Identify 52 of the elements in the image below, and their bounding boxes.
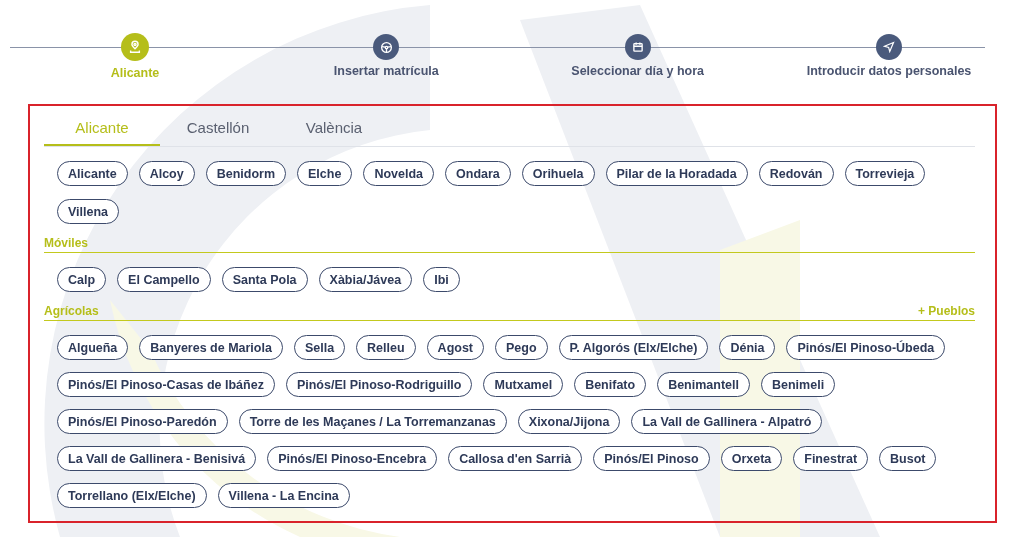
city-chip[interactable]: Ondara	[445, 161, 511, 186]
city-chip[interactable]: Pego	[495, 335, 548, 360]
city-chip[interactable]: Villena	[57, 199, 120, 224]
city-chip[interactable]: Torrevieja	[844, 161, 926, 186]
city-chip[interactable]: Relleu	[356, 335, 416, 360]
city-chip[interactable]: Ibi	[423, 267, 460, 292]
city-chip[interactable]: Benimantell	[657, 372, 750, 397]
city-chip[interactable]: Agost	[426, 335, 485, 360]
city-chip[interactable]: Pinós/El Pinoso-Encebra	[267, 446, 438, 471]
step-label: Insertar matrícula	[333, 64, 439, 78]
city-chip[interactable]: Busot	[879, 446, 937, 471]
city-chip[interactable]: Xàbia/Jávea	[318, 267, 413, 292]
city-chip[interactable]: Orihuela	[521, 161, 595, 186]
city-chip[interactable]: Benimeli	[761, 372, 836, 397]
section-title: Agrícolas	[44, 304, 99, 318]
city-chip[interactable]: Pinós/El Pinoso-Rodriguillo	[285, 372, 473, 397]
city-chip[interactable]: Benidorm	[205, 161, 287, 186]
step-label: Seleccionar día y hora	[571, 64, 704, 78]
step-icon[interactable]	[876, 34, 902, 60]
city-chip[interactable]: Pinós/El Pinoso-Paredón	[57, 409, 228, 434]
city-chip[interactable]: La Vall de Gallinera - Alpatró	[631, 409, 823, 434]
province-tab[interactable]: Castellón	[160, 112, 276, 146]
city-chip[interactable]: Algueña	[57, 335, 129, 360]
city-chip[interactable]: Xixona/Jijona	[517, 409, 621, 434]
city-chip[interactable]: Calp	[57, 267, 107, 292]
city-chip[interactable]: Orxeta	[720, 446, 783, 471]
section-title: Móviles	[44, 236, 88, 250]
city-chip[interactable]: Torre de les Maçanes / La Torremanzanas	[238, 409, 507, 434]
city-chip[interactable]: Benifato	[574, 372, 647, 397]
step-label: Alicante	[110, 66, 160, 80]
city-chip[interactable]: Elche	[297, 161, 353, 186]
city-chip[interactable]: Pilar de la Horadada	[605, 161, 748, 186]
city-chip[interactable]: Alicante	[57, 161, 128, 186]
city-chip[interactable]: Santa Pola	[221, 267, 308, 292]
city-chip[interactable]: El Campello	[117, 267, 211, 292]
city-chip[interactable]: Villena - La Encina	[217, 483, 350, 508]
city-chip[interactable]: Banyeres de Mariola	[139, 335, 283, 360]
city-chip[interactable]: Dénia	[719, 335, 776, 360]
step-label: Introducir datos personales	[806, 64, 972, 78]
city-chip[interactable]: Novelda	[363, 161, 435, 186]
city-chip[interactable]: La Vall de Gallinera - Benisivá	[57, 446, 257, 471]
city-chip[interactable]: Callosa d'en Sarrià	[448, 446, 583, 471]
city-chip[interactable]: Mutxamel	[483, 372, 564, 397]
city-chip[interactable]: Torrellano (Elx/Elche)	[57, 483, 207, 508]
city-chip[interactable]: Redován	[758, 161, 834, 186]
city-chip[interactable]: Pinós/El Pinoso-Casas de Ibáñez	[57, 372, 275, 397]
province-tab[interactable]: València	[276, 112, 392, 146]
city-chip[interactable]: Pinós/El Pinoso-Úbeda	[786, 335, 946, 360]
city-chip[interactable]: Sella	[293, 335, 346, 360]
city-chip[interactable]: Finestrat	[793, 446, 869, 471]
city-chip[interactable]: Pinós/El Pinoso	[593, 446, 710, 471]
city-chip[interactable]: P. Algorós (Elx/Elche)	[558, 335, 709, 360]
